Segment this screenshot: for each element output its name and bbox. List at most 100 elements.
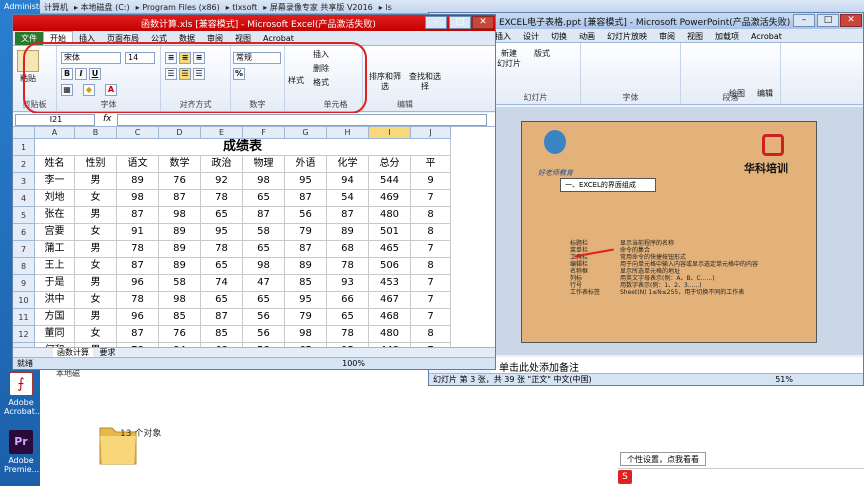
table-cell[interactable]: 47: [243, 275, 285, 292]
desktop-icon-premiere[interactable]: Pr Adobe Premie...: [4, 430, 39, 474]
breadcrumb-item[interactable]: ls: [385, 3, 391, 12]
table-cell[interactable]: 66: [327, 292, 369, 309]
table-cell[interactable]: 544: [369, 173, 411, 190]
row-header[interactable]: 12: [13, 326, 35, 343]
table-header-cell[interactable]: 姓名: [35, 156, 75, 173]
table-cell[interactable]: 7: [411, 190, 451, 207]
select-all-corner[interactable]: [13, 127, 35, 139]
table-header-cell[interactable]: 化学: [327, 156, 369, 173]
fx-icon[interactable]: fx: [103, 114, 112, 124]
table-cell[interactable]: 56: [243, 309, 285, 326]
tab-transitions[interactable]: 切换: [545, 30, 573, 43]
table-cell[interactable]: 91: [117, 224, 159, 241]
excel-titlebar[interactable]: 函数计算.xls [兼容模式] - Microsoft Excel(产品激活失败…: [13, 15, 495, 31]
name-box[interactable]: I21: [15, 114, 95, 126]
table-header-cell[interactable]: 语文: [117, 156, 159, 173]
table-cell[interactable]: 洪中: [35, 292, 75, 309]
maximize-button[interactable]: □: [449, 16, 471, 29]
table-cell[interactable]: 65: [201, 292, 243, 309]
table-cell[interactable]: 65: [243, 241, 285, 258]
table-cell[interactable]: 8: [411, 326, 451, 343]
table-cell[interactable]: 男: [75, 309, 117, 326]
table-cell[interactable]: 男: [75, 241, 117, 258]
table-cell[interactable]: 92: [201, 173, 243, 190]
table-cell[interactable]: 74: [201, 275, 243, 292]
table-cell[interactable]: 89: [285, 258, 327, 275]
table-cell[interactable]: 56: [243, 326, 285, 343]
table-cell[interactable]: 95: [285, 292, 327, 309]
minimize-button[interactable]: –: [425, 16, 447, 29]
table-cell[interactable]: 刘地: [35, 190, 75, 207]
table-cell[interactable]: 87: [243, 207, 285, 224]
tab-addins[interactable]: 加载项: [709, 30, 745, 43]
desktop-icon-acrobat[interactable]: ⨍ Adobe Acrobat...: [4, 372, 42, 416]
column-header[interactable]: F: [243, 127, 285, 139]
table-cell[interactable]: 宫要: [35, 224, 75, 241]
breadcrumb-item[interactable]: Program Files (x86): [142, 3, 220, 12]
zoom-level[interactable]: 51%: [775, 374, 793, 385]
row-header[interactable]: 11: [13, 309, 35, 326]
table-cell[interactable]: 董同: [35, 326, 75, 343]
table-cell[interactable]: 78: [327, 258, 369, 275]
table-cell[interactable]: 87: [159, 190, 201, 207]
row-header[interactable]: 8: [13, 258, 35, 275]
table-cell[interactable]: 女: [75, 292, 117, 309]
table-cell[interactable]: 87: [117, 258, 159, 275]
close-button[interactable]: ✕: [840, 14, 862, 27]
close-button[interactable]: ✕: [472, 16, 494, 29]
table-cell[interactable]: 于是: [35, 275, 75, 292]
table-cell[interactable]: 85: [285, 275, 327, 292]
table-cell[interactable]: 蒲工: [35, 241, 75, 258]
sheet-tab[interactable]: 要求: [96, 348, 120, 357]
table-cell[interactable]: 96: [117, 275, 159, 292]
table-cell[interactable]: 65: [201, 207, 243, 224]
breadcrumb-item[interactable]: 计算机: [44, 3, 68, 12]
table-cell[interactable]: 79: [285, 224, 327, 241]
column-header[interactable]: D: [159, 127, 201, 139]
table-cell[interactable]: 501: [369, 224, 411, 241]
table-cell[interactable]: 453: [369, 275, 411, 292]
table-cell[interactable]: 465: [369, 241, 411, 258]
column-header[interactable]: C: [117, 127, 159, 139]
table-cell[interactable]: 张在: [35, 207, 75, 224]
table-cell[interactable]: 李一: [35, 173, 75, 190]
table-cell[interactable]: 7: [411, 309, 451, 326]
tab-animations[interactable]: 动画: [573, 30, 601, 43]
row-header[interactable]: 9: [13, 275, 35, 292]
table-header-cell[interactable]: 物理: [243, 156, 285, 173]
table-header-cell[interactable]: 平: [411, 156, 451, 173]
drawing-button[interactable]: 绘图: [725, 89, 749, 99]
row-header[interactable]: 10: [13, 292, 35, 309]
tab-review[interactable]: 审阅: [653, 30, 681, 43]
table-cell[interactable]: 93: [327, 275, 369, 292]
table-cell[interactable]: 7: [411, 241, 451, 258]
table-cell[interactable]: 468: [369, 309, 411, 326]
table-cell[interactable]: 89: [117, 173, 159, 190]
table-cell[interactable]: 469: [369, 190, 411, 207]
table-header-cell[interactable]: 数学: [159, 156, 201, 173]
column-header[interactable]: B: [75, 127, 117, 139]
table-header-cell[interactable]: 性别: [75, 156, 117, 173]
table-cell[interactable]: 480: [369, 326, 411, 343]
worksheet-grid[interactable]: ABCDEFGHIJ1234567891011121314成绩表姓名性别语文数学…: [13, 127, 495, 349]
zoom-level[interactable]: 100%: [342, 358, 365, 369]
breadcrumb-item[interactable]: tlxsoft: [232, 3, 257, 12]
table-cell[interactable]: 79: [285, 309, 327, 326]
row-header[interactable]: 3: [13, 173, 35, 190]
table-cell[interactable]: 65: [243, 190, 285, 207]
table-cell[interactable]: 女: [75, 224, 117, 241]
table-cell[interactable]: 方国: [35, 309, 75, 326]
table-cell[interactable]: 女: [75, 258, 117, 275]
table-cell[interactable]: 87: [327, 207, 369, 224]
table-cell[interactable]: 98: [243, 258, 285, 275]
table-cell[interactable]: 89: [159, 224, 201, 241]
column-header[interactable]: I: [369, 127, 411, 139]
breadcrumb-item[interactable]: 屏幕录像专家 共享版 V2016: [270, 3, 373, 12]
table-cell[interactable]: 89: [159, 258, 201, 275]
sheet-tab[interactable]: 函数计算: [53, 348, 93, 357]
desktop-icon-admin[interactable]: Administr: [4, 2, 42, 11]
table-cell[interactable]: 54: [327, 190, 369, 207]
table-cell[interactable]: 76: [159, 326, 201, 343]
table-cell[interactable]: 男: [75, 173, 117, 190]
table-cell[interactable]: 58: [243, 224, 285, 241]
